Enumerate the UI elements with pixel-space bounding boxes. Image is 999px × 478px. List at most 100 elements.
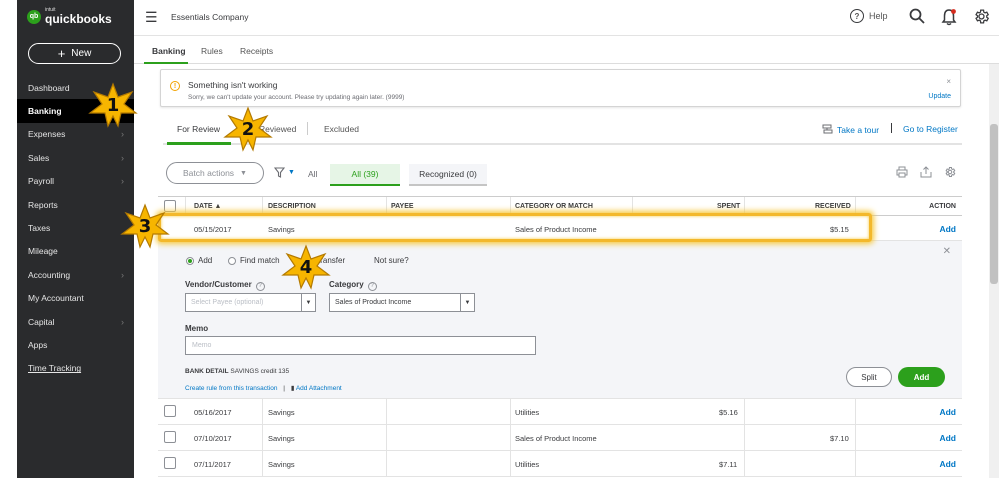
search-icon[interactable]	[909, 8, 925, 26]
recognized-tab[interactable]: Recognized (0)	[409, 164, 487, 186]
close-icon[interactable]: ✕	[943, 246, 951, 257]
memo-input[interactable]: Memo	[185, 336, 536, 355]
category-select[interactable]: Sales of Product Income ▼	[329, 293, 475, 312]
table-row[interactable]: 07/10/2017 Savings Sales of Product Inco…	[158, 425, 962, 451]
close-icon[interactable]: ×	[946, 77, 951, 86]
row-received: $7.10	[830, 434, 849, 443]
column-header-category[interactable]: CATEGORY OR MATCH	[515, 203, 593, 210]
hamburger-menu-icon[interactable]: ☰	[145, 9, 158, 26]
help-icon[interactable]: ?	[255, 282, 265, 291]
tab-excluded[interactable]: Excluded	[324, 124, 359, 134]
row-add-link[interactable]: Add	[939, 224, 956, 234]
print-icon[interactable]	[896, 166, 908, 181]
tab-banking[interactable]: Banking	[152, 46, 186, 56]
settings-gear-icon[interactable]	[944, 166, 956, 181]
radio-add[interactable]: Add	[186, 256, 212, 265]
row-checkbox[interactable]	[164, 405, 176, 417]
radio-transfer[interactable]: transfer	[318, 256, 345, 265]
filter-icon[interactable]	[273, 167, 286, 181]
go-to-register-link[interactable]: Go to Register	[903, 124, 958, 134]
chevron-right-icon: ›	[121, 129, 124, 140]
tab-for-review[interactable]: For Review	[177, 124, 220, 134]
all-transactions-tab[interactable]: All (39)	[330, 164, 400, 186]
sidebar-item-apps[interactable]: Apps	[17, 333, 134, 356]
chevron-down-icon: ▼	[460, 294, 474, 311]
sidebar-item-taxes[interactable]: Taxes	[17, 216, 134, 239]
banking-subtabs: Banking Rules Receipts	[134, 37, 999, 64]
sidebar-item-reports[interactable]: Reports	[17, 193, 134, 216]
not-sure-link[interactable]: Not sure?	[374, 256, 409, 265]
row-checkbox[interactable]	[164, 457, 176, 469]
sidebar-item-label: Banking	[28, 106, 62, 117]
row-add-link[interactable]: Add	[939, 407, 956, 417]
bell-icon[interactable]	[941, 8, 957, 28]
sidebar-item-capital[interactable]: Capital ›	[17, 310, 134, 333]
column-header-payee[interactable]: PAYEE	[391, 203, 414, 210]
column-header-date[interactable]: DATE ▲	[194, 203, 221, 210]
vendor-customer-text: Vendor/Customer	[185, 280, 252, 289]
scrollbar-thumb[interactable]	[990, 124, 998, 284]
chevron-right-icon: ›	[121, 176, 124, 187]
new-button[interactable]: + New	[28, 43, 121, 64]
column-header-spent[interactable]: SPENT	[717, 203, 740, 210]
tab-rules[interactable]: Rules	[201, 46, 223, 56]
row-description: Savings	[268, 460, 295, 469]
sidebar-item-payroll[interactable]: Payroll ›	[17, 170, 134, 193]
sidebar-item-accounting[interactable]: Accounting ›	[17, 263, 134, 286]
take-tour-link[interactable]: Take a tour	[822, 124, 879, 135]
vertical-scrollbar[interactable]	[989, 64, 999, 478]
help-button[interactable]: ? Help	[850, 9, 888, 23]
sidebar-item-dashboard[interactable]: Dashboard	[17, 76, 134, 99]
sidebar-item-expenses[interactable]: Expenses ›	[17, 123, 134, 146]
tour-icon	[822, 124, 833, 134]
category-value: Sales of Product Income	[335, 299, 412, 306]
quickbooks-logo[interactable]: qb intuit quickbooks	[27, 8, 112, 25]
radio-find-match[interactable]: Find match	[228, 256, 280, 265]
chevron-right-icon: ›	[121, 152, 124, 163]
table-row[interactable]: 07/11/2017 Savings Utilities $7.11 Add	[158, 451, 962, 477]
select-all-checkbox[interactable]	[164, 200, 176, 212]
export-icon[interactable]	[920, 166, 932, 181]
column-divider	[744, 197, 745, 216]
row-category: Utilities	[515, 408, 540, 417]
tab-receipts[interactable]: Receipts	[240, 46, 273, 56]
row-checkbox[interactable]	[164, 431, 176, 443]
table-row[interactable]: 05/16/2017 Savings Utilities $5.16 Add	[158, 399, 962, 425]
help-icon[interactable]: ?	[367, 282, 377, 291]
sidebar-item-sales[interactable]: Sales ›	[17, 146, 134, 169]
chevron-right-icon: ›	[121, 269, 124, 280]
table-row[interactable]: 05/15/2017 Savings Sales of Product Inco…	[158, 216, 962, 241]
column-header-description[interactable]: DESCRIPTION	[268, 203, 316, 210]
sidebar-item-banking[interactable]: Banking	[17, 99, 134, 123]
table-header: DATE ▲ DESCRIPTION PAYEE CATEGORY OR MAT…	[158, 196, 962, 216]
bank-detail-value: SAVINGS credit 135	[230, 368, 290, 375]
create-rule-link[interactable]: Create rule from this transaction	[185, 385, 277, 392]
sidebar-item-label: Taxes	[28, 223, 51, 234]
sidebar-item-label: Accounting	[28, 269, 71, 280]
row-category: Utilities	[515, 460, 540, 469]
chevron-down-icon: ▼	[240, 169, 247, 177]
tab-reviewed[interactable]: Reviewed	[259, 124, 296, 134]
sidebar-item-mileage[interactable]: Mileage	[17, 240, 134, 263]
column-divider	[262, 451, 263, 477]
qb-logo-icon: qb	[27, 9, 41, 24]
add-attachment-link[interactable]: Add Attachment	[296, 385, 342, 392]
update-link[interactable]: Update	[928, 93, 951, 100]
sidebar-item-label: Reports	[28, 199, 58, 210]
row-description: Savings	[268, 408, 295, 417]
column-divider	[510, 399, 511, 425]
gear-icon[interactable]	[973, 8, 990, 27]
split-button[interactable]: Split	[846, 367, 892, 387]
sidebar-item-time-tracking[interactable]: Time Tracking	[17, 357, 134, 380]
filter-dropdown-icon[interactable]: ▼	[288, 169, 295, 176]
batch-actions-button[interactable]: Batch actions ▼	[166, 162, 264, 184]
row-add-link[interactable]: Add	[939, 433, 956, 443]
row-add-link[interactable]: Add	[939, 459, 956, 469]
row-received: $5.15	[830, 225, 849, 234]
column-header-received[interactable]: RECEIVED	[815, 203, 851, 210]
vendor-customer-select[interactable]: Select Payee (optional) ▼	[185, 293, 316, 312]
sidebar-item-my-accountant[interactable]: My Accountant	[17, 287, 134, 310]
column-divider	[632, 197, 633, 216]
add-button[interactable]: Add	[898, 367, 945, 387]
column-divider	[744, 451, 745, 477]
